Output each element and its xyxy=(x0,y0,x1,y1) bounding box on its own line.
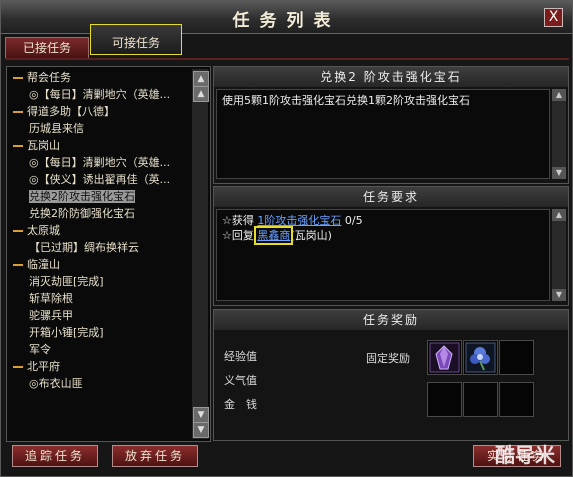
quest-item[interactable]: ◎【每日】清剿地穴（英雄... xyxy=(7,154,190,171)
required-item-link[interactable]: 1阶攻击强化宝石 xyxy=(257,214,341,227)
quest-group-label: 北平府 xyxy=(27,360,60,373)
scroll-bottom-icon[interactable]: ▼ xyxy=(193,407,209,423)
quest-item-label: 斩草除根 xyxy=(29,292,73,305)
requirement-obtain: ☆获得 1阶攻击强化宝石 0/5 xyxy=(222,213,544,228)
requirements-scrollbar[interactable]: ▲ ▼ xyxy=(552,209,566,301)
reward-righteous-label: 义气值 xyxy=(224,374,257,387)
quest-title: 兑换2 阶攻击强化宝石 xyxy=(214,67,568,87)
collapse-dash-icon[interactable] xyxy=(13,366,23,368)
reward-slot-3[interactable] xyxy=(499,340,534,375)
scroll-down-icon[interactable]: ▼ xyxy=(193,422,209,438)
description-scrollbar[interactable]: ▲ ▼ xyxy=(552,89,566,179)
quest-item-label: 兑换2阶攻击强化宝石 xyxy=(29,190,135,203)
scroll-down-icon[interactable]: ▼ xyxy=(552,289,566,301)
close-button[interactable]: X xyxy=(544,8,563,27)
quest-tree-panel: 帮会任务 ◎【每日】清剿地穴（英雄... 得道多助【八德】 历城县来信瓦岗山 ◎【每日】… xyxy=(6,66,211,442)
quest-item[interactable]: ◎【侠义】诱出翟再佳（英... xyxy=(7,171,190,188)
quest-item[interactable]: 驼骡兵甲 xyxy=(7,307,190,324)
quest-tree: 帮会任务 ◎【每日】清剿地穴（英雄... 得道多助【八德】 历城县来信瓦岗山 ◎【每日】… xyxy=(7,69,190,392)
quest-group-label: 临潼山 xyxy=(27,258,60,271)
tab-available-quests[interactable]: 可接任务 xyxy=(90,24,182,55)
title-bar[interactable]: 任务列表 X xyxy=(1,1,572,34)
watermark-logo: 酷导米 xyxy=(495,443,555,467)
quest-item[interactable]: 消灭劫匪[完成] xyxy=(7,273,190,290)
quest-item[interactable]: 【已过期】绸布换祥云 xyxy=(7,239,190,256)
quest-item-label: 军令 xyxy=(29,343,51,356)
quest-group[interactable]: 临潼山 xyxy=(7,256,190,273)
scroll-up-icon[interactable]: ▲ xyxy=(552,209,566,221)
quest-item-label: ◎【侠义】诱出翟再佳（英... xyxy=(29,173,171,186)
quest-item-label: 开箱小锤[完成] xyxy=(29,326,104,339)
fixed-reward-label: 固定奖励 xyxy=(366,352,410,365)
window-title: 任务列表 xyxy=(232,11,341,31)
quest-item-label: 兑换2阶防御强化宝石 xyxy=(29,207,135,220)
requirement-return-prefix: ☆回复 xyxy=(222,229,254,242)
abandon-quest-button[interactable]: 放弃任务 xyxy=(112,445,198,467)
reward-slot-6[interactable] xyxy=(499,382,534,417)
collapse-dash-icon[interactable] xyxy=(13,230,23,232)
requirement-obtain-prefix: ☆获得 xyxy=(222,214,254,227)
reward-slot-2[interactable] xyxy=(463,340,498,375)
reward-exp-label: 经验值 xyxy=(224,350,257,363)
purple-gem-icon xyxy=(429,342,460,373)
collapse-dash-icon[interactable] xyxy=(13,264,23,266)
requirement-return: ☆回复 黑鑫商(瓦岗山) xyxy=(222,226,544,245)
quest-item-label: ◎【每日】清剿地穴（英雄... xyxy=(29,156,171,169)
quest-description: 使用5颗1阶攻击强化宝石兑换1颗2阶攻击强化宝石 xyxy=(216,89,550,179)
quest-group-label: 得道多助【八德】 xyxy=(27,105,115,118)
quest-rewards-panel: 任务奖励 经验值 义气值 金 钱 固定奖励 xyxy=(213,309,569,441)
quest-group[interactable]: 太原城 xyxy=(7,222,190,239)
quest-item-label: 【已过期】绸布换祥云 xyxy=(29,241,139,254)
quest-item[interactable]: ◎布衣山匪 xyxy=(7,375,190,392)
scroll-top-icon[interactable]: ▲ xyxy=(193,86,209,102)
scroll-up-icon[interactable]: ▲ xyxy=(193,71,209,87)
quest-item[interactable]: 兑换2阶防御强化宝石 xyxy=(7,205,190,222)
requirements-text: ☆获得 1阶攻击强化宝石 0/5 ☆回复 黑鑫商(瓦岗山) xyxy=(216,209,550,301)
collapse-dash-icon[interactable] xyxy=(13,111,23,113)
scroll-up-icon[interactable]: ▲ xyxy=(552,89,566,101)
rewards-header: 任务奖励 xyxy=(214,310,568,330)
quest-list-window: 任务列表 X 已接任务 可接任务 帮会任务 ◎【每日】清剿地穴（英雄... 得道多助… xyxy=(0,0,573,477)
quest-item[interactable]: 军令 xyxy=(7,341,190,358)
reward-slot-1[interactable] xyxy=(427,340,462,375)
blue-flower-gem-icon xyxy=(465,342,496,373)
quest-group-label: 太原城 xyxy=(27,224,60,237)
quest-group-label: 瓦岗山 xyxy=(27,139,60,152)
track-quest-button[interactable]: 追踪任务 xyxy=(12,445,98,467)
npc-location: (瓦岗山) xyxy=(290,229,332,242)
quest-group[interactable]: 瓦岗山 xyxy=(7,137,190,154)
quest-item-label: ◎【每日】清剿地穴（英雄... xyxy=(29,88,171,101)
quest-item[interactable]: 兑换2阶攻击强化宝石 xyxy=(7,188,190,205)
quest-item[interactable]: 历城县来信 xyxy=(7,120,190,137)
collapse-dash-icon[interactable] xyxy=(13,77,23,79)
scroll-down-icon[interactable]: ▼ xyxy=(552,167,566,179)
quest-group[interactable]: 得道多助【八德】 xyxy=(7,103,190,120)
quest-item-label: 驼骡兵甲 xyxy=(29,309,73,322)
tab-underline xyxy=(5,58,569,60)
reward-slot-5[interactable] xyxy=(463,382,498,417)
reward-slot-4[interactable] xyxy=(427,382,462,417)
npc-link[interactable]: 黑鑫商 xyxy=(254,226,294,245)
quest-item-label: 消灭劫匪[完成] xyxy=(29,275,104,288)
reward-money-label: 金 钱 xyxy=(224,398,257,411)
quest-item[interactable]: ◎【每日】清剿地穴（英雄... xyxy=(7,86,190,103)
quest-group[interactable]: 北平府 xyxy=(7,358,190,375)
quest-item[interactable]: 开箱小锤[完成] xyxy=(7,324,190,341)
quest-item[interactable]: 斩草除根 xyxy=(7,290,190,307)
quest-item-label: ◎布衣山匪 xyxy=(29,377,83,390)
quest-group-label: 帮会任务 xyxy=(27,71,71,84)
quest-group[interactable]: 帮会任务 xyxy=(7,69,190,86)
required-item-count: 0/5 xyxy=(344,214,363,227)
requirements-header: 任务要求 xyxy=(214,187,568,207)
quest-item-label: 历城县来信 xyxy=(29,122,84,135)
quest-tree-scrollbar[interactable]: ▲ ▲ ▼ ▼ xyxy=(192,69,209,439)
quest-description-panel: 兑换2 阶攻击强化宝石 使用5颗1阶攻击强化宝石兑换1颗2阶攻击强化宝石 ▲ ▼ xyxy=(213,66,569,184)
quest-requirements-panel: 任务要求 ☆获得 1阶攻击强化宝石 0/5 ☆回复 黑鑫商(瓦岗山) ▲ ▼ xyxy=(213,186,569,306)
collapse-dash-icon[interactable] xyxy=(13,145,23,147)
tab-accepted-quests[interactable]: 已接任务 xyxy=(5,37,89,59)
